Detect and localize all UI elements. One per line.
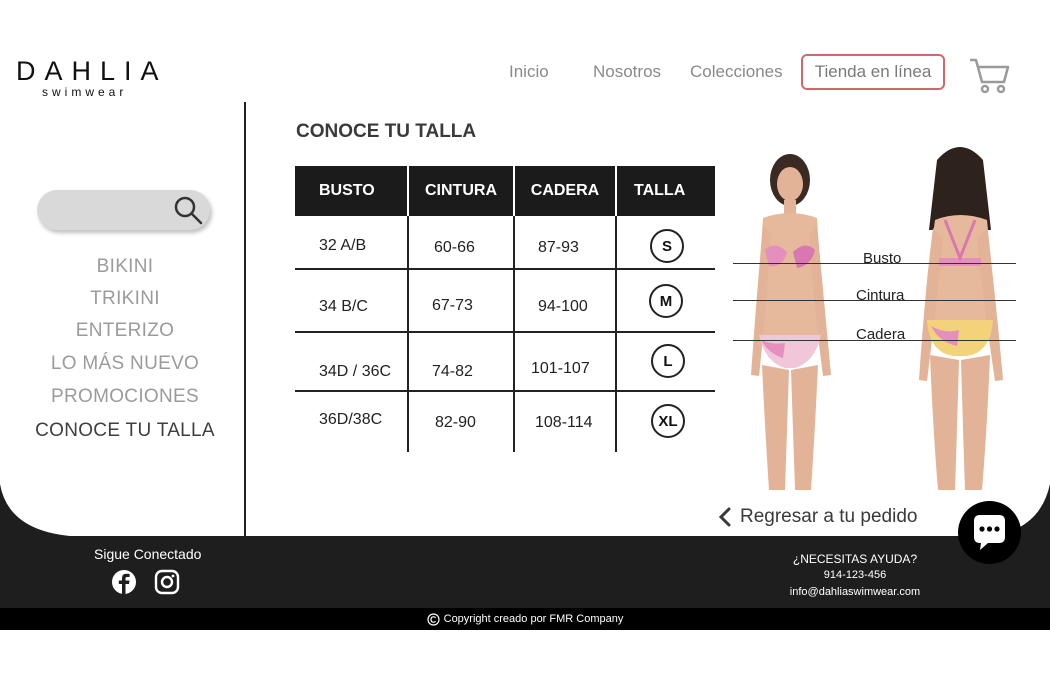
cell-cintura: 74-82 [432, 363, 473, 380]
chat-button[interactable] [958, 501, 1021, 564]
brand-tagline: swimwear [42, 85, 128, 99]
cell-busto: 34D / 36C [319, 363, 392, 380]
hip-label: Cadera [856, 326, 906, 343]
cell-cintura: 82-90 [435, 414, 476, 431]
cell-cadera: 87-93 [538, 239, 579, 256]
facebook-icon[interactable] [111, 569, 137, 595]
cell-cadera: 101-107 [531, 360, 590, 377]
row-divider [295, 390, 715, 392]
size-badge: XL [651, 404, 685, 438]
instagram-icon[interactable] [154, 569, 180, 595]
model-back-image [919, 147, 1003, 490]
store-button[interactable]: Tienda en línea [801, 54, 945, 90]
nav-colecciones[interactable]: Colecciones [690, 62, 783, 82]
category-bikini[interactable]: BIKINI [0, 256, 250, 278]
column-divider [513, 216, 515, 452]
waist-label: Cintura [856, 287, 905, 304]
copyright-text: Copyright creado por FMR Company [443, 613, 624, 625]
page-title: CONOCE TU TALLA [296, 121, 477, 142]
size-badge: S [650, 229, 684, 263]
cell-busto: 34 B/C [319, 298, 368, 315]
help-phone[interactable]: 914-123-456 [770, 569, 940, 581]
brand-logo[interactable]: DAHLIA swimwear [16, 56, 168, 99]
model-front-image [751, 154, 831, 490]
category-enterizo[interactable]: ENTERIZO [0, 320, 250, 342]
category-conoce-tu-talla[interactable]: CONOCE TU TALLA [0, 420, 250, 442]
header-busto: BUSTO [295, 166, 407, 216]
column-divider [615, 216, 617, 452]
cell-cadera: 108-114 [535, 414, 593, 431]
chevron-left-icon [718, 507, 731, 527]
follow-label: Sigue Conectado [94, 546, 202, 562]
nav-nosotros[interactable]: Nosotros [593, 62, 661, 82]
row-divider [295, 331, 715, 333]
brand-name: DAHLIA [16, 56, 168, 86]
row-divider [295, 268, 715, 270]
cell-busto: 36D/38C [319, 411, 383, 428]
bust-label: Busto [863, 250, 902, 267]
cell-busto: 32 A/B [319, 237, 367, 254]
category-trikini[interactable]: TRIKINI [0, 288, 250, 310]
header-cadera: CADERA [515, 166, 615, 216]
chat-icon [974, 515, 1005, 550]
cell-cintura: 67-73 [432, 297, 473, 314]
cart-icon[interactable] [968, 56, 1010, 96]
category-promociones[interactable]: PROMOCIONES [0, 386, 250, 408]
back-link-label: Regresar a tu pedido [740, 506, 918, 527]
cell-cadera: 94-100 [538, 298, 588, 315]
help-title: ¿NECESITAS AYUDA? [792, 552, 918, 566]
category-lo-mas-nuevo[interactable]: LO MÁS NUEVO [0, 353, 250, 375]
cell-cintura: 60-66 [434, 239, 475, 256]
size-badge: M [649, 284, 683, 318]
help-email[interactable]: info@dahliaswimwear.com [770, 586, 940, 598]
column-divider [407, 216, 409, 452]
copyright-icon [427, 612, 440, 626]
back-to-order-link[interactable]: Regresar a tu pedido [718, 506, 917, 528]
header-cintura: CINTURA [409, 166, 513, 216]
copyright-bar: Copyright creado por FMR Company [0, 608, 1050, 630]
nav-inicio[interactable]: Inicio [509, 62, 549, 82]
search-icon[interactable] [173, 195, 203, 225]
size-badge: L [651, 344, 685, 378]
header-talla: TALLA [617, 166, 715, 216]
